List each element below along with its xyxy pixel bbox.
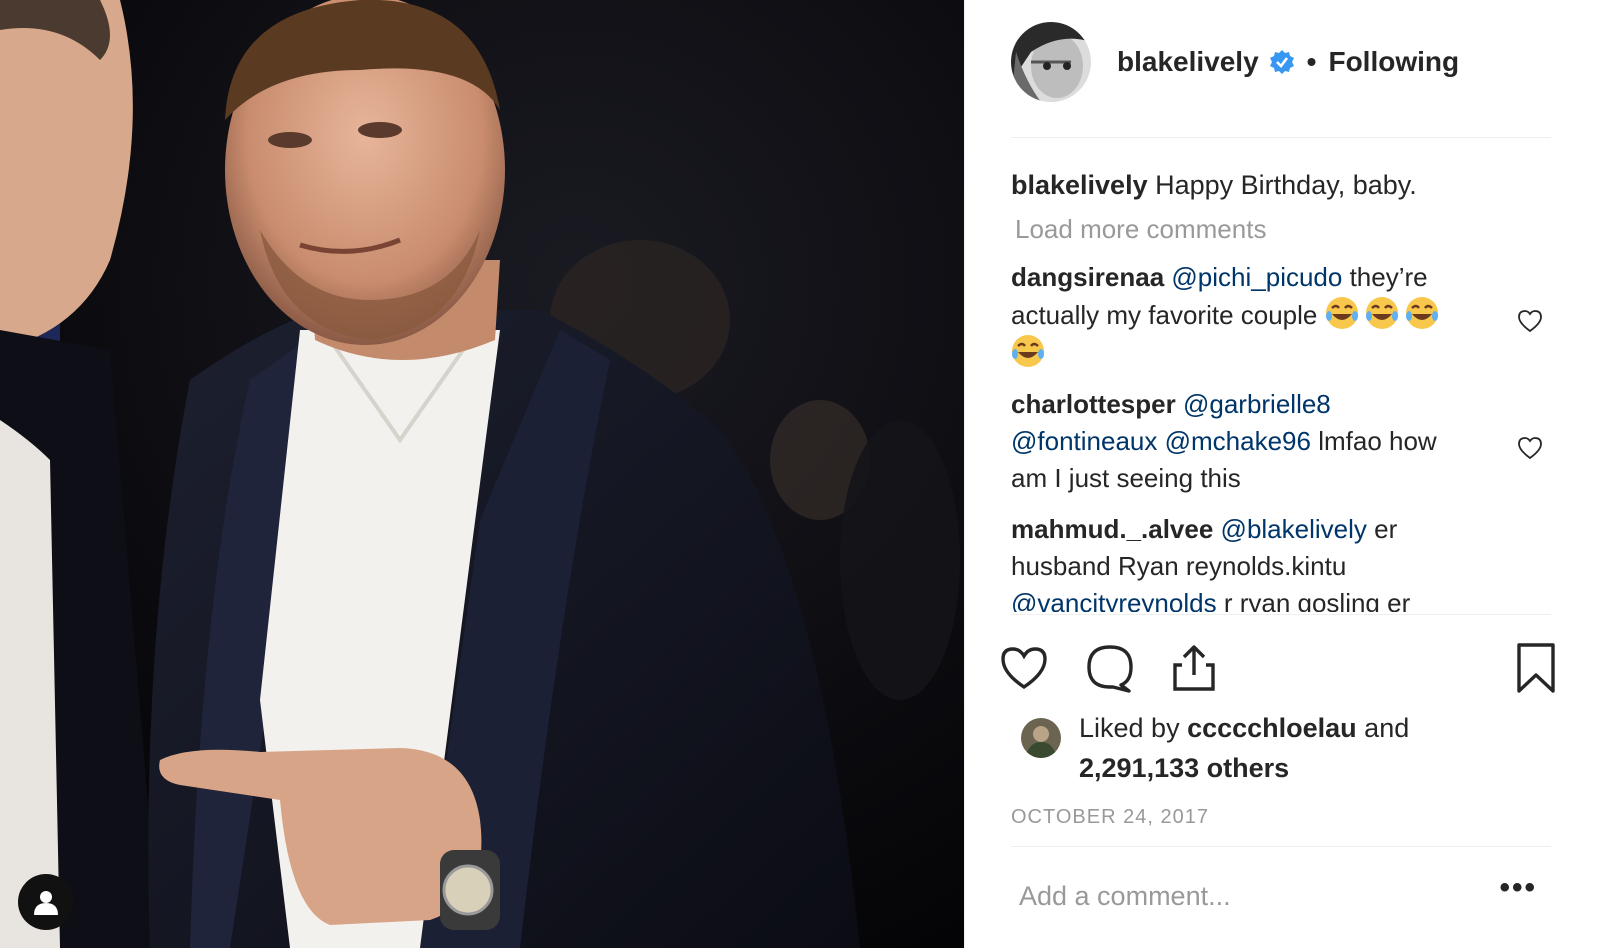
comment-text: r ryan gosling er [1216, 588, 1411, 612]
instagram-post: blakelively • Following blakelively Happ… [0, 0, 1604, 948]
comment-username[interactable]: charlottesper [1011, 389, 1176, 419]
comment-text: am I just seeing this [1011, 463, 1241, 493]
likes-prefix: Liked by [1079, 713, 1188, 743]
comment-like-heart-icon[interactable] [1517, 309, 1543, 333]
action-bar [1001, 614, 1555, 717]
comment-mention[interactable]: @fontineaux [1011, 426, 1157, 456]
share-icon[interactable] [1167, 641, 1221, 695]
load-more-comments-button[interactable]: Load more comments [1011, 214, 1551, 245]
caption-text: Happy Birthday, baby. [1147, 170, 1417, 200]
post-photo[interactable] [0, 0, 964, 948]
likes-count[interactable]: 2,291,133 others [1079, 753, 1289, 783]
comment-text: er [1366, 514, 1398, 544]
likes-mid: and [1356, 713, 1410, 743]
more-options-button[interactable]: ••• [1499, 871, 1537, 905]
comment-text: husband Ryan reynolds.kintu [1011, 551, 1347, 581]
bookmark-icon[interactable] [1509, 641, 1563, 695]
comment-username[interactable]: dangsirenaa [1011, 262, 1164, 292]
comment-like-heart-icon[interactable] [1517, 436, 1543, 460]
verified-badge-icon [1269, 49, 1294, 74]
comment-item: mahmud._.alvee @blakelively er husband R… [1011, 511, 1551, 612]
comment-item: dangsirenaa @pichi_picudo they’re actual… [1011, 259, 1551, 372]
tears-of-joy-emoji [1012, 335, 1044, 367]
comment-text: they’re [1342, 262, 1428, 292]
comment-item: charlottesper @garbrielle8 @fontineaux @… [1011, 386, 1551, 497]
user-tag-icon[interactable] [18, 874, 74, 930]
comment-mention[interactable]: @mchake96 [1165, 426, 1311, 456]
comments-list[interactable]: blakelively Happy Birthday, baby. Load m… [1011, 160, 1551, 612]
likes-summary: Liked by ccccchloelau and 2,291,133 othe… [1011, 708, 1551, 788]
comment-mention[interactable]: @pichi_picudo [1171, 262, 1342, 292]
header-separator: • [1306, 45, 1317, 77]
comment-text: lmfao how [1310, 426, 1437, 456]
comment-text: actually my favorite couple [1011, 300, 1325, 330]
post-date[interactable]: OCTOBER 24, 2017 [1011, 806, 1209, 829]
liker-username[interactable]: ccccchloelau [1187, 713, 1357, 743]
tears-of-joy-emoji [1405, 297, 1438, 329]
heart-icon[interactable] [997, 641, 1051, 695]
author-avatar[interactable] [1011, 21, 1091, 102]
following-button[interactable]: Following [1328, 46, 1459, 78]
photo-image [0, 0, 964, 948]
comment-mention[interactable]: @vancityreynolds [1011, 588, 1217, 612]
author-username[interactable]: blakelively [1117, 46, 1259, 78]
comment-username[interactable]: mahmud._.alvee [1011, 514, 1213, 544]
post-header: blakelively • Following [1011, 21, 1551, 138]
caption-username[interactable]: blakelively [1011, 170, 1148, 200]
comment-mention[interactable]: @blakelively [1221, 514, 1367, 544]
comment-bubble-icon[interactable] [1083, 641, 1137, 695]
post-caption: blakelively Happy Birthday, baby. [1011, 166, 1551, 204]
post-side-panel: blakelively • Following blakelively Happ… [964, 0, 1604, 948]
add-comment-input[interactable] [1017, 873, 1481, 919]
tears-of-joy-emoji [1365, 297, 1398, 329]
tears-of-joy-emoji [1325, 297, 1358, 329]
liker-avatar[interactable] [1021, 718, 1061, 758]
comment-mention[interactable]: @garbrielle8 [1183, 389, 1331, 419]
add-comment-bar: ••• [1011, 846, 1551, 948]
